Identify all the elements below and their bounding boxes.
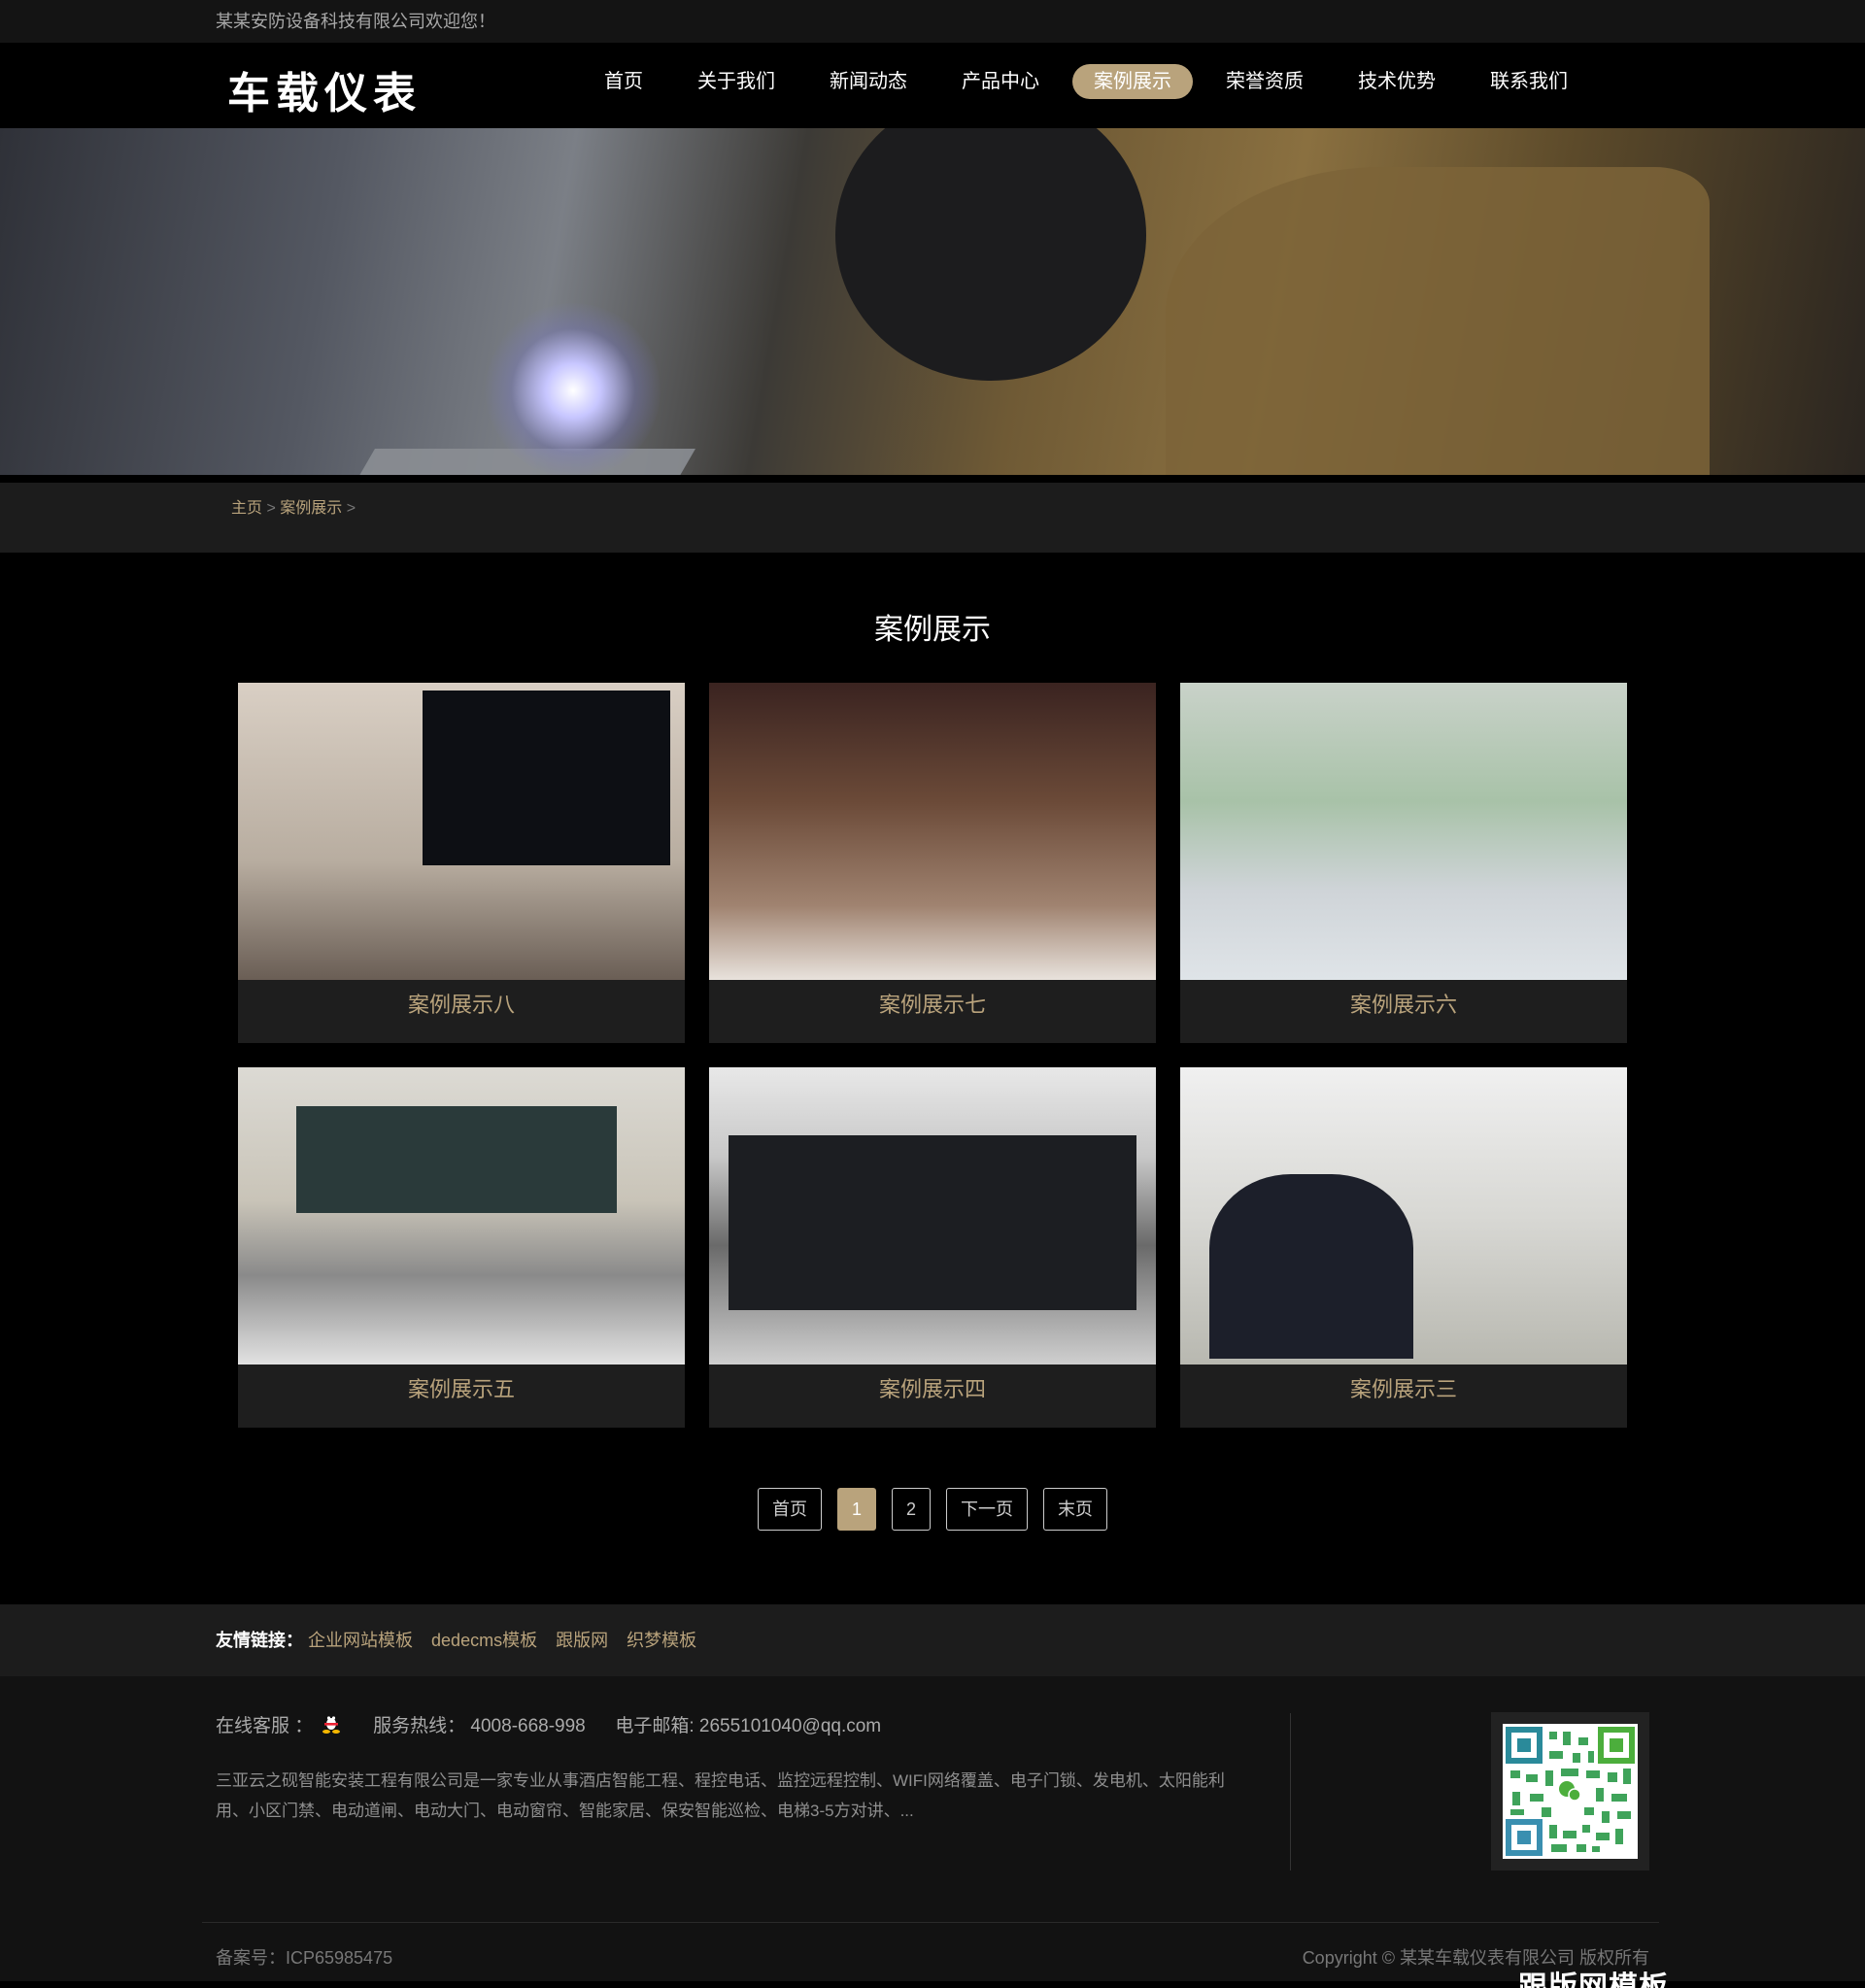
banner-welding-helmet (835, 128, 1146, 381)
pagination-page-1[interactable]: 1 (836, 1488, 876, 1531)
monitor-wall (296, 1106, 617, 1213)
nav-item-products[interactable]: 产品中心 (940, 64, 1061, 99)
case-image[interactable] (238, 1067, 685, 1365)
nav-item-cases[interactable]: 案例展示 (1072, 64, 1193, 99)
footer-divider (1290, 1713, 1291, 1870)
case-card[interactable]: 案例展示八 (238, 683, 685, 1043)
header: 车载仪表 首页 关于我们 新闻动态 产品中心 案例展示 荣誉资质 技术优势 联系… (0, 43, 1865, 128)
case-image[interactable] (238, 683, 685, 980)
email-address[interactable]: 2655101040@qq.com (699, 1716, 881, 1736)
site-logo[interactable]: 车载仪表 (227, 58, 422, 120)
wechat-qr-code (1491, 1712, 1649, 1870)
banner-worker-sleeve (1166, 167, 1710, 475)
people-group (1209, 1174, 1413, 1359)
friend-link[interactable]: 织梦模板 (627, 1631, 696, 1650)
case-caption[interactable]: 案例展示八 (238, 980, 685, 1043)
welcome-text: 某某安防设备科技有限公司欢迎您！ (216, 12, 495, 31)
monitor-wall (729, 1135, 1136, 1310)
email-label: 电子邮箱: (615, 1716, 695, 1736)
case-grid: 案例展示八 案例展示七 案例展示六 案例展示五 案例展示四 案例展示三 (238, 683, 1627, 1428)
nav-item-contact[interactable]: 联系我们 (1469, 64, 1589, 99)
page-title: 案例展示 (874, 614, 991, 646)
pagination-page-2[interactable]: 2 (892, 1488, 932, 1531)
case-image[interactable] (1180, 1067, 1627, 1365)
case-card[interactable]: 案例展示六 (1180, 683, 1627, 1043)
footer-bottom-divider (202, 1922, 1659, 1923)
nav-item-technology[interactable]: 技术优势 (1337, 64, 1457, 99)
hotline-number: 4008-668-998 (470, 1716, 586, 1736)
case-caption[interactable]: 案例展示七 (709, 980, 1156, 1043)
nav-item-news[interactable]: 新闻动态 (808, 64, 929, 99)
case-image[interactable] (709, 683, 1156, 980)
breadcrumb-separator: > (346, 500, 356, 517)
breadcrumb-separator: > (266, 500, 276, 517)
case-image[interactable] (709, 1067, 1156, 1365)
footer: 在线客服 ： 服务热线： 4008-668-998 电子邮箱: 26551010… (0, 1676, 1865, 1988)
footer-contact: 在线客服 ： 服务热线： 4008-668-998 电子邮箱: 26551010… (216, 1707, 881, 1746)
case-card[interactable]: 案例展示五 (238, 1067, 685, 1428)
case-caption[interactable]: 案例展示五 (238, 1365, 685, 1428)
case-image[interactable] (1180, 683, 1627, 980)
company-description: 三亚云之砚智能安装工程有限公司是一家专业从事酒店智能工程、程控电话、监控远程控制… (216, 1771, 1225, 1820)
case-card[interactable]: 案例展示七 (709, 683, 1156, 1043)
case-card[interactable]: 案例展示四 (709, 1067, 1156, 1428)
case-caption[interactable]: 案例展示三 (1180, 1365, 1627, 1428)
case-caption[interactable]: 案例展示六 (1180, 980, 1627, 1043)
friend-links-bar: 友情链接： 企业网站模板 dedecms模板 跟版网 织梦模板 (0, 1604, 1865, 1676)
breadcrumb: 主页 > 案例展示 > (0, 483, 1865, 553)
qr-code-image (1503, 1724, 1638, 1859)
breadcrumb-home[interactable]: 主页 (231, 500, 262, 517)
monitor-wall (423, 691, 670, 865)
friend-link[interactable]: dedecms模板 (431, 1631, 537, 1650)
hero-banner-image (0, 128, 1865, 475)
hotline-label: 服务热线： (373, 1716, 466, 1736)
nav-item-home[interactable]: 首页 (583, 64, 664, 99)
main-nav: 首页 关于我们 新闻动态 产品中心 案例展示 荣誉资质 技术优势 联系我们 (583, 64, 1601, 99)
friend-link[interactable]: 跟版网 (556, 1631, 608, 1650)
qq-icon[interactable] (319, 1709, 344, 1735)
case-caption[interactable]: 案例展示四 (709, 1365, 1156, 1428)
nav-item-about[interactable]: 关于我们 (676, 64, 797, 99)
friend-link[interactable]: 企业网站模板 (308, 1631, 413, 1650)
pagination: 首页 1 2 下一页 末页 (0, 1488, 1865, 1531)
watermark: 跟版网模板 (1518, 1971, 1669, 1988)
banner-metal-plate (324, 449, 695, 475)
breadcrumb-current[interactable]: 案例展示 (280, 500, 342, 517)
online-service-label: 在线客服 ： (216, 1716, 314, 1736)
pagination-last[interactable]: 末页 (1043, 1488, 1108, 1531)
friend-links-label: 友情链接： (216, 1631, 303, 1650)
top-welcome-bar: 某某安防设备科技有限公司欢迎您！ (0, 0, 1865, 43)
banner-welding-spark (486, 303, 661, 475)
pagination-next[interactable]: 下一页 (946, 1488, 1029, 1531)
nav-item-honors[interactable]: 荣誉资质 (1204, 64, 1325, 99)
pagination-first[interactable]: 首页 (757, 1488, 822, 1531)
icp-record[interactable]: 备案号：ICP65985475 (216, 1944, 392, 1970)
case-card[interactable]: 案例展示三 (1180, 1067, 1627, 1428)
